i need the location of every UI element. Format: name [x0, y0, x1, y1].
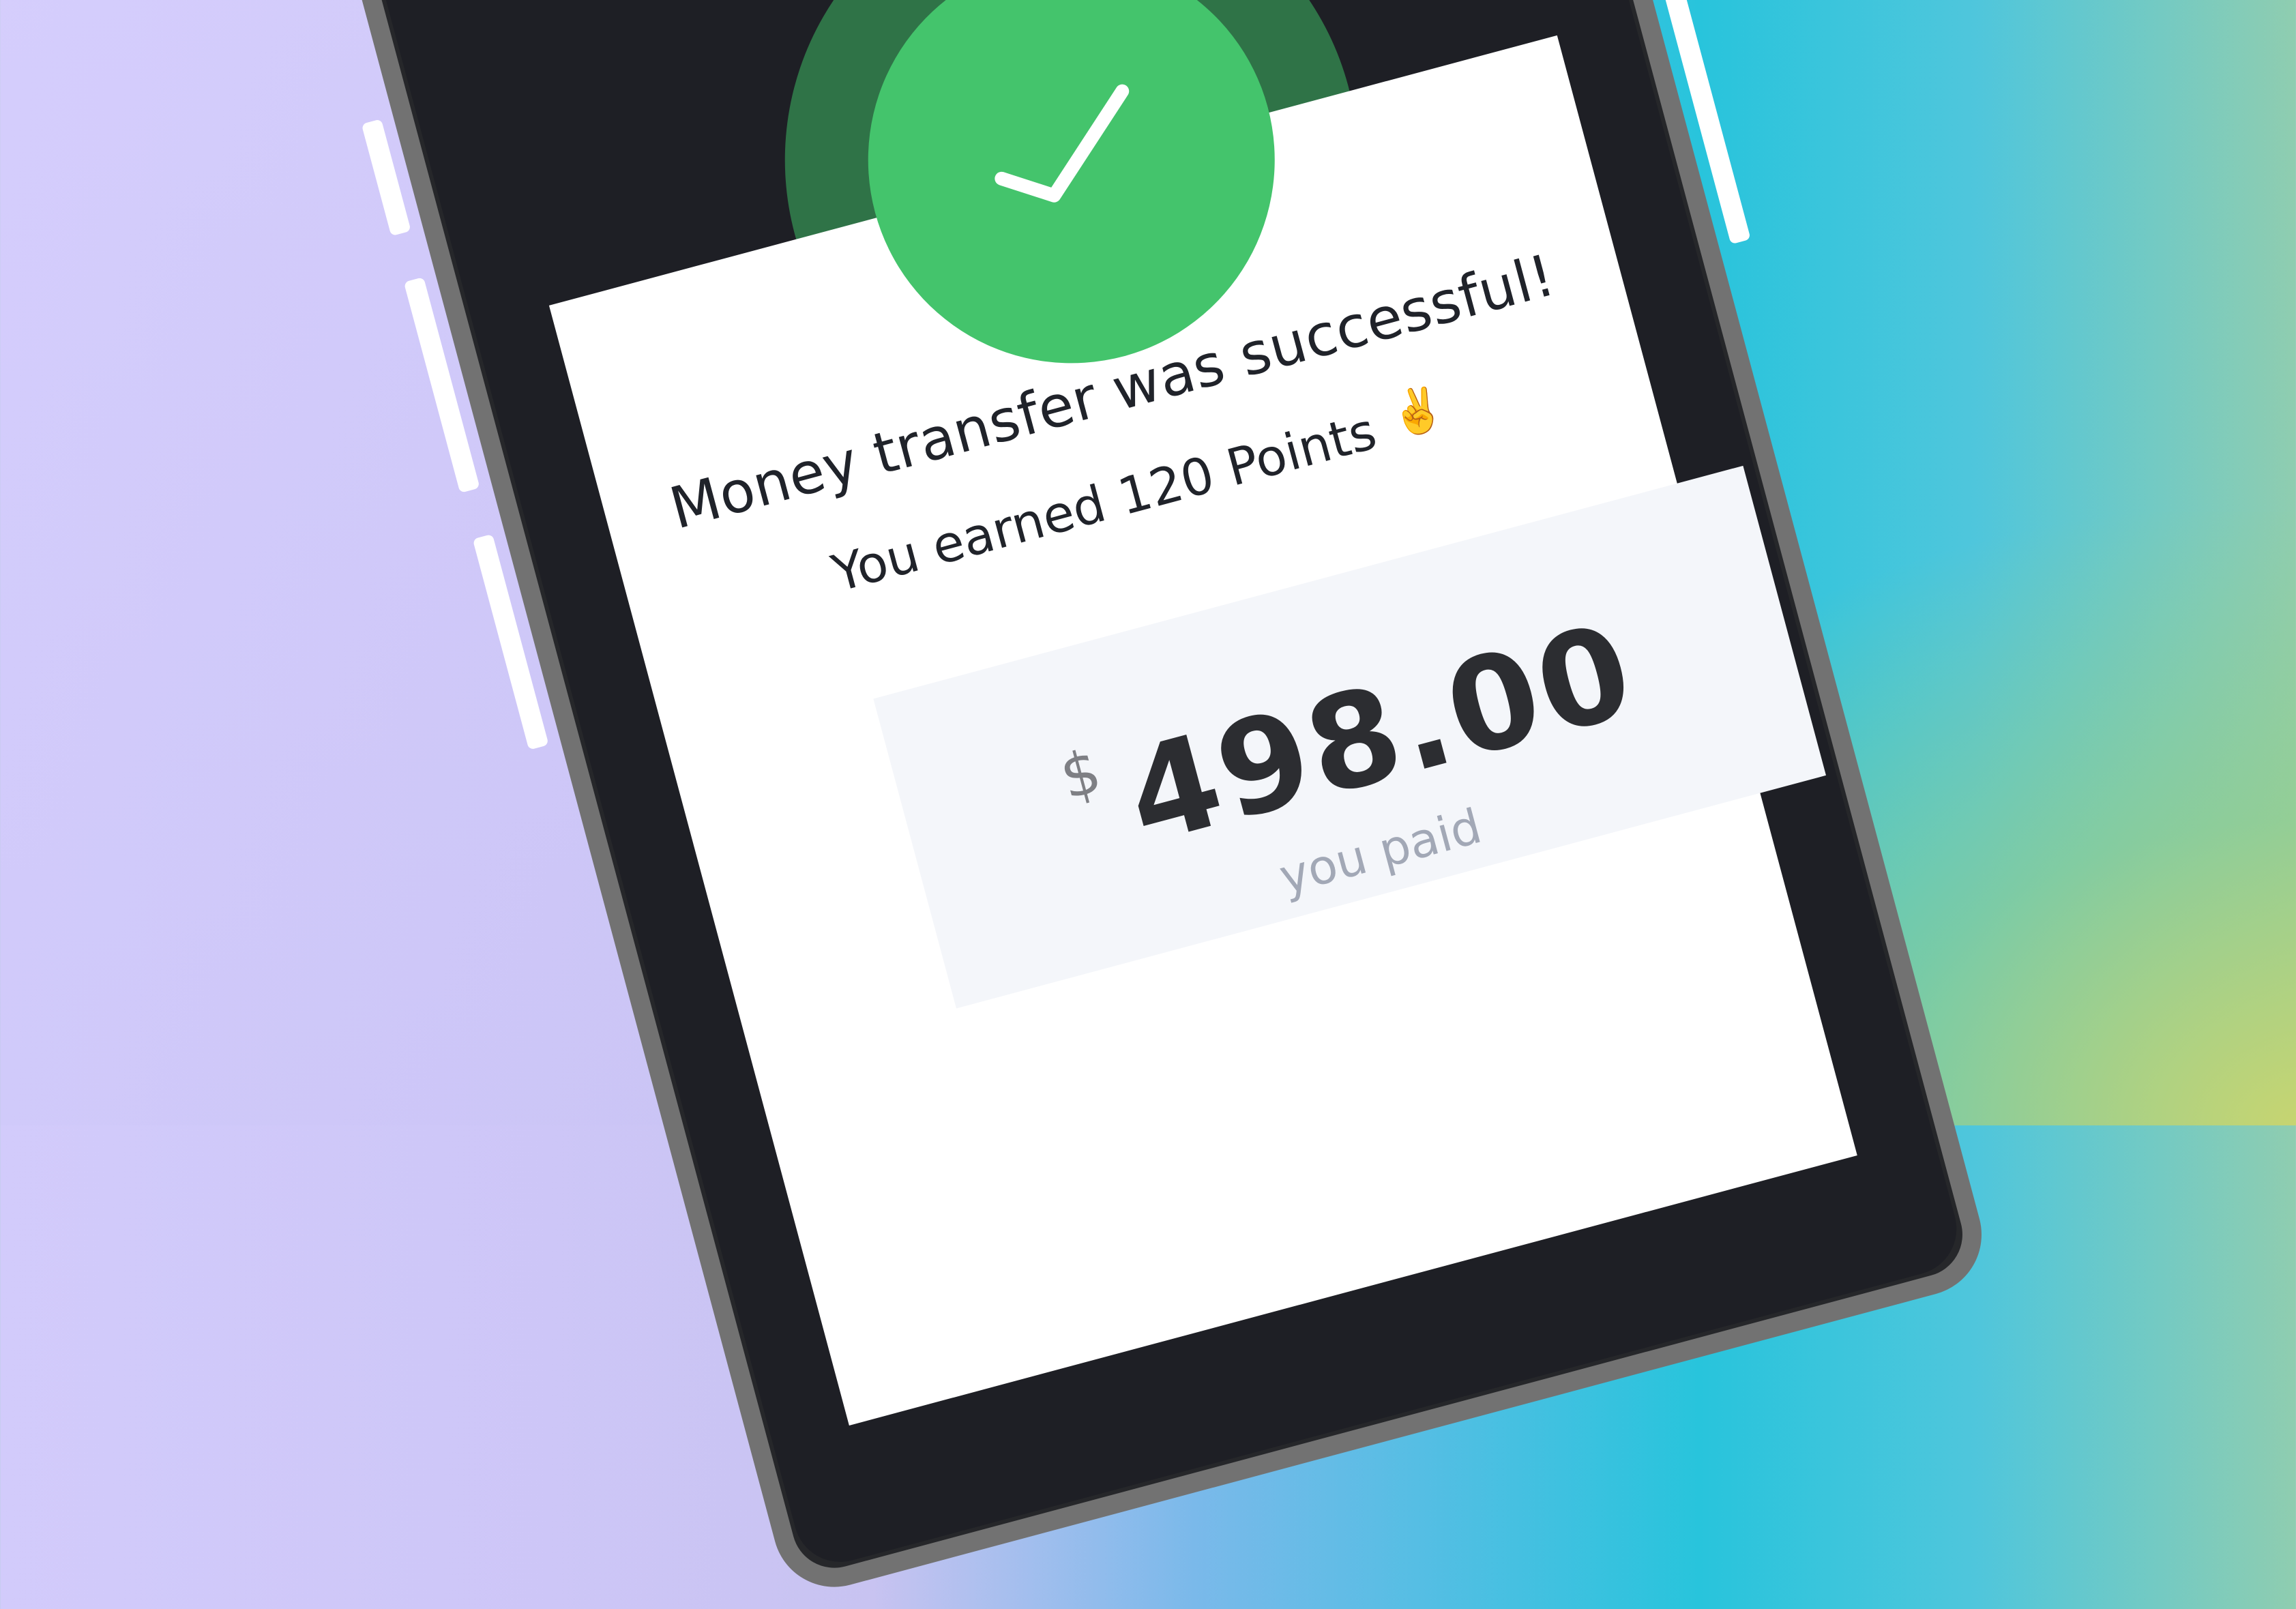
- scene: Money transfer was successful! You earne…: [0, 0, 2296, 1601]
- checkmark-icon: [995, 84, 1130, 203]
- victory-hand-icon: ✌️: [1384, 380, 1450, 443]
- currency-symbol: $: [1053, 735, 1108, 814]
- phone-mockup: Money transfer was successful! You earne…: [337, 0, 1996, 1601]
